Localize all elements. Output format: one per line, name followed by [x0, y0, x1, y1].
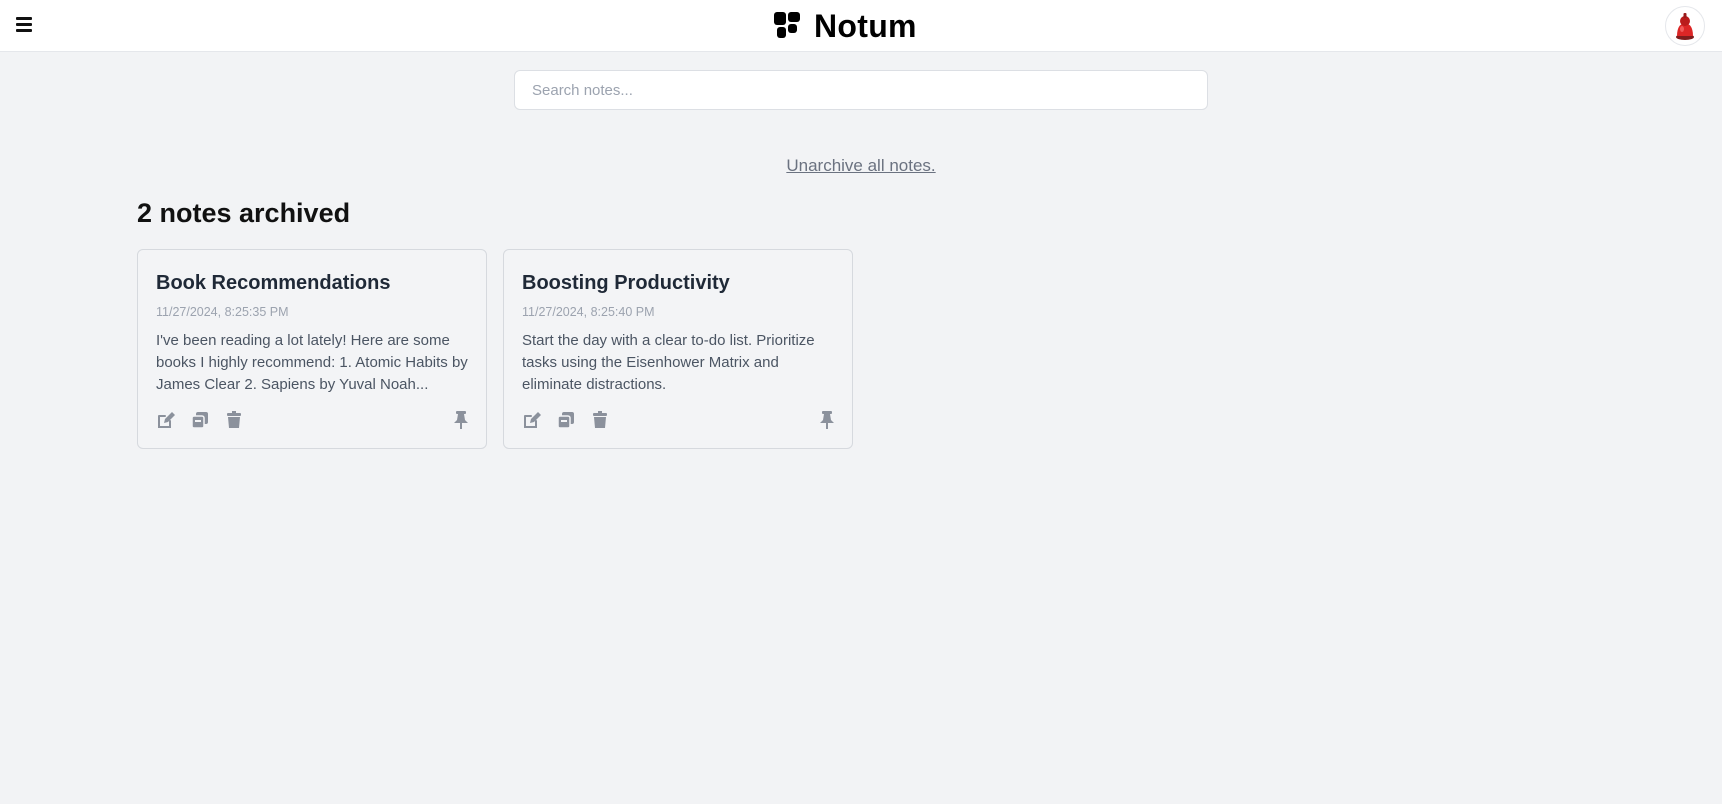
hamburger-icon-line [16, 23, 32, 26]
edit-icon [158, 412, 175, 428]
duplicate-button[interactable] [556, 410, 576, 430]
pin-icon [820, 411, 834, 429]
hamburger-menu-button[interactable] [16, 17, 34, 33]
edit-icon [524, 412, 541, 428]
top-navbar: Notum [0, 0, 1722, 52]
grid-blocks-icon [774, 12, 802, 40]
hamburger-icon [16, 17, 32, 20]
edit-button[interactable] [156, 410, 176, 430]
app-name: Notum [814, 8, 917, 44]
archived-count-heading: 2 notes archived [137, 198, 351, 228]
search-input[interactable] [514, 70, 1208, 110]
unarchive-all-link[interactable]: Unarchive all notes. [0, 156, 1722, 176]
note-preview: I've been reading a lot lately! Here are… [156, 332, 468, 393]
note-title: Boosting Productivity [522, 272, 730, 294]
note-card[interactable]: Book Recommendations 11/27/2024, 8:25:35… [137, 249, 487, 449]
note-title: Book Recommendations [156, 272, 391, 294]
duplicate-icon [191, 412, 208, 429]
trash-icon [227, 411, 241, 428]
delete-button[interactable] [590, 410, 610, 430]
pin-button[interactable] [451, 410, 471, 430]
note-date: 11/27/2024, 8:25:35 PM [156, 305, 289, 319]
trash-icon [593, 411, 607, 428]
hamburger-icon-line [16, 29, 32, 32]
note-preview: Start the day with a clear to-do list. P… [522, 332, 815, 393]
pin-icon [454, 411, 468, 429]
pin-button[interactable] [817, 410, 837, 430]
note-date: 11/27/2024, 8:25:40 PM [522, 305, 655, 319]
duplicate-icon [557, 412, 574, 429]
user-avatar-icon [1676, 13, 1694, 40]
user-avatar[interactable] [1665, 6, 1705, 46]
delete-button[interactable] [224, 410, 244, 430]
note-card[interactable]: Boosting Productivity 11/27/2024, 8:25:4… [503, 249, 853, 449]
brand[interactable]: Notum [774, 9, 917, 43]
edit-button[interactable] [522, 410, 542, 430]
duplicate-button[interactable] [190, 410, 210, 430]
